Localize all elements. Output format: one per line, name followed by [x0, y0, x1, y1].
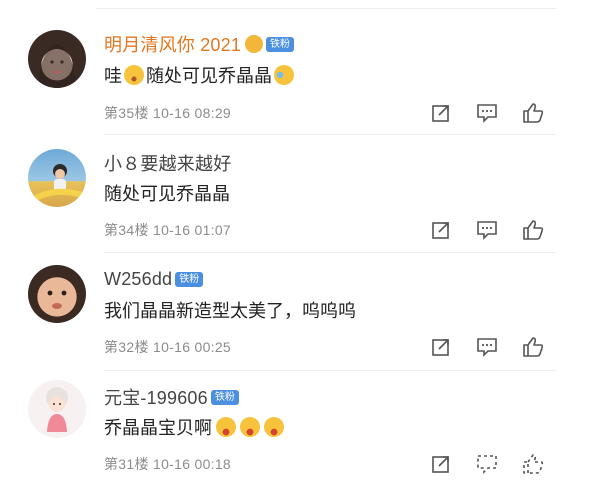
comment-item: W256dd 铁粉 我们晶晶新造型太美了，呜呜呜 第32楼 10-16 00:2…	[0, 236, 592, 371]
avatar-image	[47, 290, 67, 309]
username[interactable]: 小８要越来越好	[104, 150, 231, 176]
comment-text: 哇	[104, 66, 122, 86]
comment-item: 明月清风你 2021 铁粉 哇 随处可见乔晶晶 第35楼 10-16 08:29	[0, 0, 592, 135]
heart-eyes-emoji-icon	[216, 417, 236, 437]
share-icon[interactable]	[430, 453, 452, 475]
username-row: W256dd 铁粉	[104, 267, 204, 291]
surprised-emoji-icon	[124, 65, 144, 85]
username-row: 小８要越来越好	[104, 151, 231, 175]
comment-text: 随处可见乔晶晶	[146, 66, 272, 86]
comment-content: 哇 随处可见乔晶晶	[104, 62, 296, 88]
username[interactable]: W256dd	[104, 269, 172, 290]
username[interactable]: 元宝-199606	[104, 384, 208, 410]
avatar-image	[32, 164, 83, 202]
avatar-image	[46, 387, 68, 432]
comment-text: 乔晶晶宝贝啊	[104, 418, 212, 438]
avatar[interactable]	[28, 265, 86, 323]
timestamp: 10-16 00:18	[152, 456, 232, 472]
comment-item: 小８要越来越好 随处可见乔晶晶 第34楼 10-16 01:07	[0, 118, 592, 253]
comment-item: 元宝-199606 铁粉 乔晶晶宝贝啊 第31楼 10-16 00:18	[0, 354, 592, 475]
timestamp: 10-16 00:25	[152, 339, 232, 355]
crying-emoji-icon	[274, 65, 294, 85]
avatar[interactable]	[28, 30, 86, 88]
comment-text: 随处可见乔晶晶	[104, 184, 230, 204]
comment-icon[interactable]	[476, 453, 498, 475]
heart-eyes-emoji-icon	[264, 417, 284, 437]
comment-meta: 第31楼 10-16 00:18	[104, 454, 231, 474]
avatar-image	[38, 44, 76, 88]
comment-text: 我们晶晶新造型太美了，呜呜呜	[104, 301, 356, 321]
fan-badge: 铁粉	[175, 271, 204, 287]
username-row: 元宝-199606 铁粉	[104, 385, 239, 409]
action-bar	[430, 453, 544, 475]
comment-content: 乔晶晶宝贝啊	[104, 414, 286, 440]
avatar[interactable]	[28, 380, 86, 438]
heart-eyes-emoji-icon	[240, 417, 260, 437]
fan-face-icon	[245, 35, 264, 53]
username[interactable]: 明月清风你 2021	[104, 31, 241, 57]
comment-content: 随处可见乔晶晶	[104, 180, 230, 206]
floor-label: 第31楼	[104, 456, 149, 472]
comment-content: 我们晶晶新造型太美了，呜呜呜	[104, 297, 356, 323]
fan-badge: 铁粉	[210, 389, 239, 405]
like-icon[interactable]	[522, 453, 544, 475]
avatar[interactable]	[28, 149, 86, 207]
username-row: 明月清风你 2021 铁粉	[104, 31, 295, 57]
fan-badge: 铁粉	[266, 36, 295, 52]
